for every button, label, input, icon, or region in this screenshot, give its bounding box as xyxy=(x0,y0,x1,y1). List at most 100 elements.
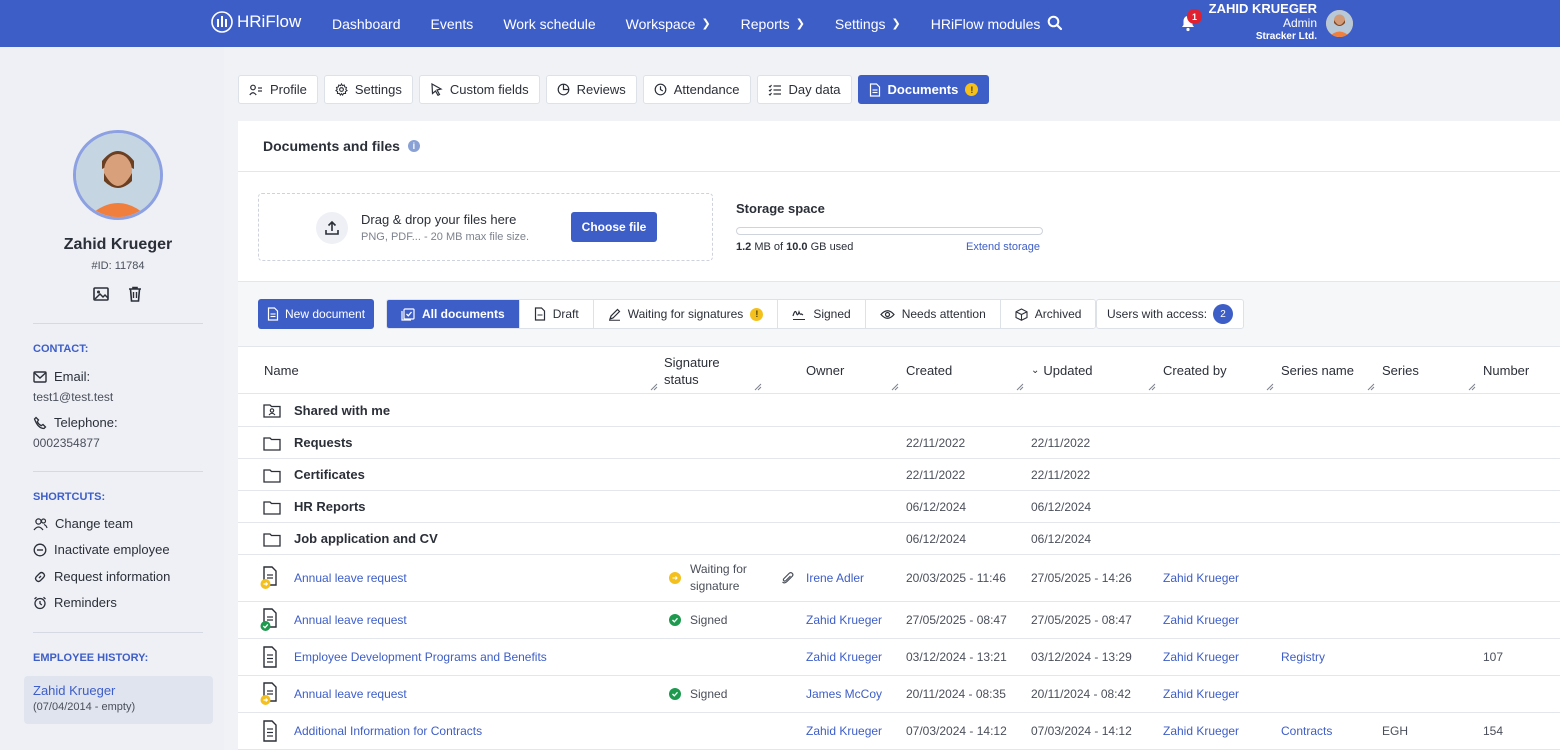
users-with-access[interactable]: Users with access: 2 xyxy=(1096,299,1245,329)
tab-settings[interactable]: Settings xyxy=(323,75,413,104)
shortcut-change-team[interactable]: Change team xyxy=(33,516,133,531)
phone-label: Telephone: xyxy=(33,415,118,430)
chevron-right-icon: ❯ xyxy=(701,18,711,30)
column-series[interactable]: Series xyxy=(1382,347,1419,394)
shortcuts-title: SHORTCUTS: xyxy=(33,491,106,503)
document-series-name[interactable]: Registry xyxy=(1281,639,1325,675)
document-name[interactable]: Additional Information for Contracts xyxy=(294,713,482,749)
table-row-document[interactable]: Annual leave request Signed Zahid Kruege… xyxy=(238,602,1560,639)
column-signature-status[interactable]: Signature status xyxy=(664,347,754,394)
resize-handle-icon[interactable] xyxy=(650,383,658,391)
filter-draft[interactable]: Draft xyxy=(519,300,594,328)
table-row-document[interactable]: Annual leave request Waiting for signatu… xyxy=(238,555,1560,602)
tab-attendance[interactable]: Attendance xyxy=(642,75,751,104)
column-label: Signature status xyxy=(664,354,720,387)
document-owner[interactable]: James McCoy xyxy=(806,676,882,712)
document-name[interactable]: Annual leave request xyxy=(294,602,407,638)
filter-all-documents[interactable]: All documents xyxy=(387,300,520,328)
filter-signed[interactable]: Signed xyxy=(778,300,866,328)
nav-settings[interactable]: Settings ❯ xyxy=(835,16,901,32)
column-label: Created by xyxy=(1163,363,1227,378)
document-name[interactable]: Employee Development Programs and Benefi… xyxy=(294,639,547,675)
document-owner[interactable]: Zahid Krueger xyxy=(806,713,882,749)
document-owner[interactable]: Zahid Krueger xyxy=(806,639,882,675)
nav-work-schedule[interactable]: Work schedule xyxy=(503,16,595,32)
shortcut-inactivate[interactable]: Inactivate employee xyxy=(33,542,170,557)
user-menu[interactable]: ZAHID KRUEGER Admin Stracker Ltd. xyxy=(1200,2,1317,44)
storage-progress xyxy=(736,227,1043,235)
tab-documents[interactable]: Documents ! xyxy=(857,75,990,104)
document-updated: 27/05/2025 - 08:47 xyxy=(1031,613,1132,627)
check-circle-icon xyxy=(669,688,681,700)
choose-file-button[interactable]: Choose file xyxy=(571,212,657,242)
filter-needs-attention[interactable]: Needs attention xyxy=(865,300,1001,328)
document-created-by[interactable]: Zahid Krueger xyxy=(1163,639,1239,675)
shortcut-request-info[interactable]: Request information xyxy=(33,569,170,584)
phone-value[interactable]: 0002354877 xyxy=(33,436,100,450)
email-value[interactable]: test1@test.test xyxy=(33,390,113,404)
document-name[interactable]: Annual leave request xyxy=(294,555,407,601)
table-row-folder[interactable]: HR Reports 06/12/2024 06/12/2024 xyxy=(238,491,1560,523)
tab-day-data[interactable]: Day data xyxy=(756,75,852,104)
extend-storage-link[interactable]: Extend storage xyxy=(966,241,1040,253)
document-created-by[interactable]: Zahid Krueger xyxy=(1163,602,1239,638)
tab-profile[interactable]: Profile xyxy=(238,75,318,104)
table-row-document[interactable]: Additional Information for Contracts Zah… xyxy=(238,713,1560,750)
column-number[interactable]: Number xyxy=(1483,347,1529,394)
document-series-name[interactable]: Contracts xyxy=(1281,713,1332,749)
shortcut-reminders[interactable]: Reminders xyxy=(33,595,117,610)
cursor-icon xyxy=(431,83,443,96)
resize-handle-icon[interactable] xyxy=(1016,383,1024,391)
nav-events[interactable]: Events xyxy=(431,16,474,32)
column-created-by[interactable]: Created by xyxy=(1163,347,1227,394)
table-row-document[interactable]: Employee Development Programs and Benefi… xyxy=(238,639,1560,676)
table-row-folder[interactable]: Requests 22/11/2022 22/11/2022 xyxy=(238,427,1560,459)
document-created-by[interactable]: Zahid Krueger xyxy=(1163,555,1239,601)
column-owner[interactable]: Owner xyxy=(806,347,844,394)
document-created-by[interactable]: Zahid Krueger xyxy=(1163,676,1239,712)
resize-handle-icon[interactable] xyxy=(1148,383,1156,391)
resize-handle-icon[interactable] xyxy=(754,383,762,391)
table-row-document[interactable]: Annual leave request Signed James McCoy … xyxy=(238,676,1560,713)
draft-icon xyxy=(534,307,545,321)
table-row-folder[interactable]: Job application and CV 06/12/2024 06/12/… xyxy=(238,523,1560,555)
paperclip-icon[interactable] xyxy=(781,571,794,585)
tab-label: Documents xyxy=(887,82,959,97)
nav-workspace[interactable]: Workspace ❯ xyxy=(626,16,711,32)
brand-logo[interactable]: HRiFlow xyxy=(211,11,301,33)
tab-custom-fields[interactable]: Custom fields xyxy=(418,75,540,104)
avatar[interactable] xyxy=(1326,10,1353,37)
filter-archived[interactable]: Archived xyxy=(1000,300,1096,328)
image-icon[interactable] xyxy=(92,285,110,303)
filter-waiting[interactable]: Waiting for signatures ! xyxy=(593,300,779,328)
history-item[interactable]: Zahid Krueger (07/04/2014 - empty) xyxy=(24,676,213,724)
trash-icon[interactable] xyxy=(126,285,144,303)
eye-icon xyxy=(879,309,895,319)
document-created-by[interactable]: Zahid Krueger xyxy=(1163,713,1239,749)
document-name[interactable]: Annual leave request xyxy=(294,676,407,712)
column-series-name[interactable]: Series name xyxy=(1281,347,1354,394)
table-row-folder[interactable]: Certificates 22/11/2022 22/11/2022 xyxy=(238,459,1560,491)
document-owner[interactable]: Zahid Krueger xyxy=(806,602,882,638)
nav-dashboard[interactable]: Dashboard xyxy=(332,16,401,32)
column-updated[interactable]: ⌄ Updated xyxy=(1031,347,1093,394)
document-icon xyxy=(263,720,277,742)
info-icon[interactable]: i xyxy=(407,140,420,152)
tab-reviews[interactable]: Reviews xyxy=(545,75,637,104)
column-name[interactable]: Name xyxy=(264,347,299,394)
document-owner[interactable]: Irene Adler xyxy=(806,555,864,601)
status-text: Signed xyxy=(690,613,728,627)
table-row-folder[interactable]: Shared with me xyxy=(238,394,1560,427)
nav-reports[interactable]: Reports ❯ xyxy=(741,16,805,32)
nav-modules[interactable]: HRiFlow modules xyxy=(931,16,1041,32)
resize-handle-icon[interactable] xyxy=(891,383,899,391)
resize-handle-icon[interactable] xyxy=(1468,383,1476,391)
resize-handle-icon[interactable] xyxy=(1367,383,1375,391)
employee-id: #ID: 11784 xyxy=(91,260,145,272)
history-dates: (07/04/2014 - empty) xyxy=(33,701,136,713)
search-icon[interactable] xyxy=(1047,15,1063,31)
upload-dropzone[interactable]: Drag & drop your files here PNG, PDF... … xyxy=(258,193,713,261)
resize-handle-icon[interactable] xyxy=(1266,383,1274,391)
new-document-button[interactable]: New document xyxy=(258,299,375,329)
column-created[interactable]: Created xyxy=(906,347,952,394)
